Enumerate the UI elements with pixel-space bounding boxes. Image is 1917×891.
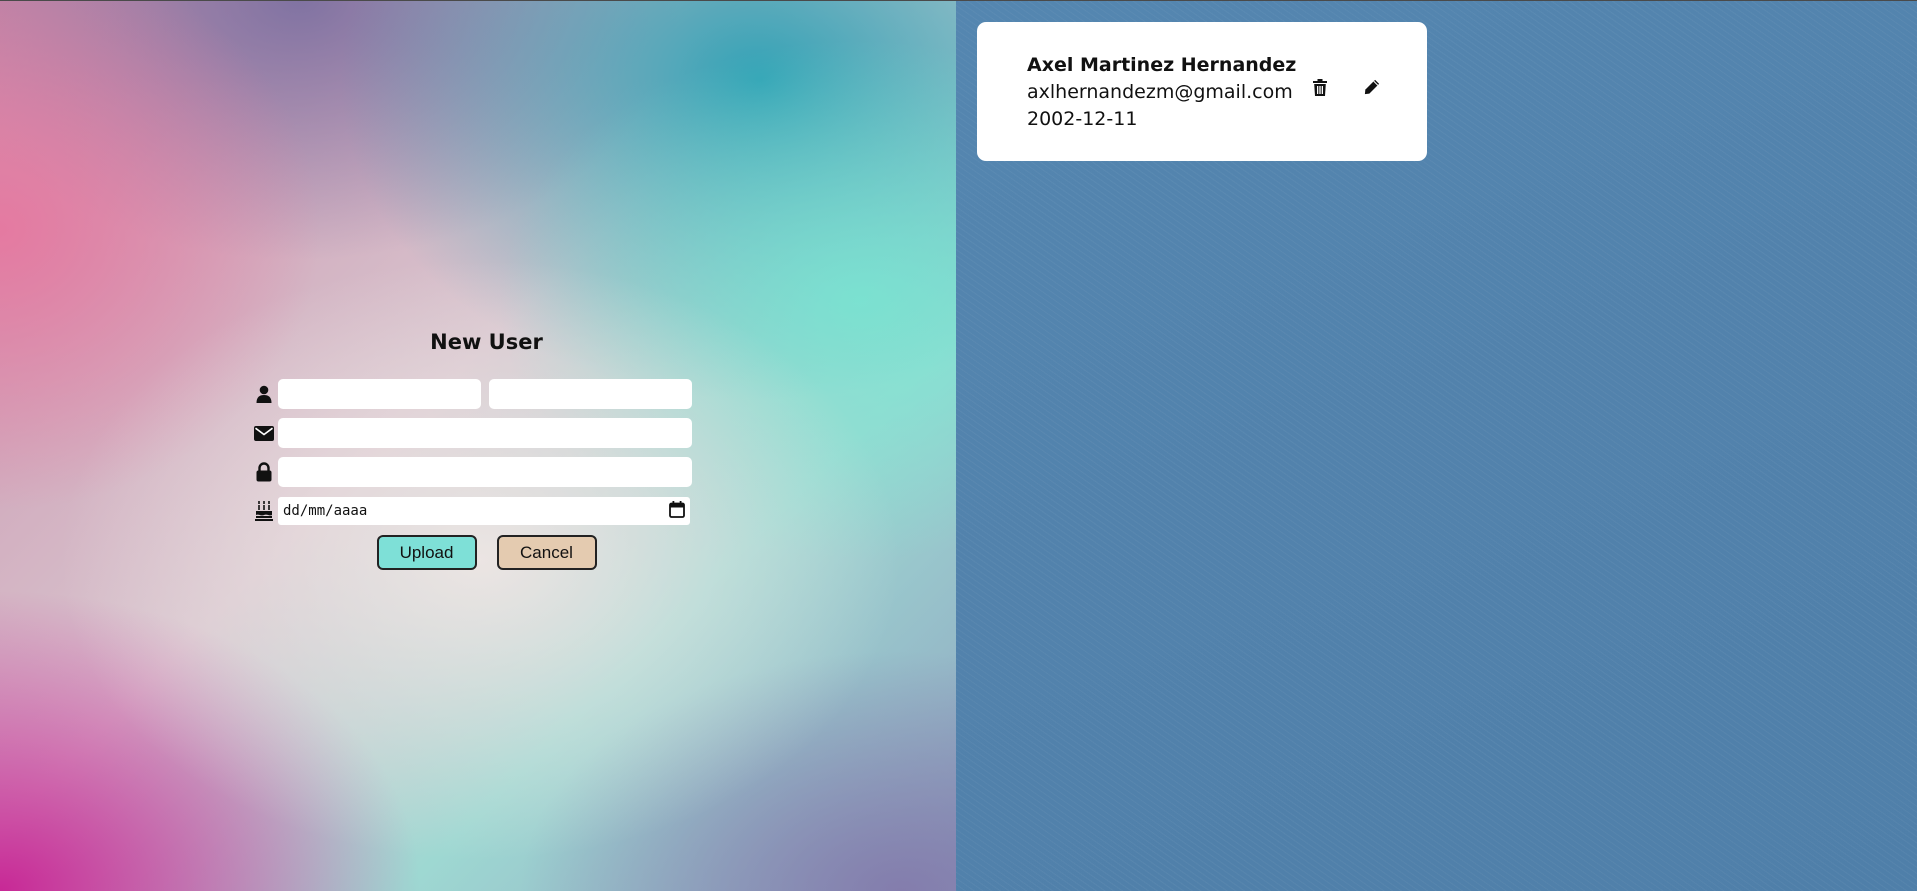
lock-icon — [250, 460, 278, 484]
calendar-icon[interactable] — [669, 500, 685, 522]
user-birthdate: 2002-12-11 — [1027, 108, 1138, 130]
date-placeholder: dd/mm/aaaa — [283, 503, 368, 519]
top-border — [0, 0, 1917, 1]
envelope-icon — [250, 421, 278, 445]
last-name-input[interactable] — [489, 379, 692, 409]
form-actions: Upload Cancel — [250, 535, 695, 570]
birthdate-input[interactable]: dd/mm/aaaa — [278, 497, 690, 525]
name-row — [250, 378, 695, 410]
form-panel: New User dd/mm/aaaa Upload Cancel — [0, 0, 956, 891]
card-actions — [1312, 78, 1380, 96]
email-row — [250, 417, 695, 449]
new-user-form: New User dd/mm/aaaa Upload Cancel — [250, 330, 695, 570]
birthdate-row: dd/mm/aaaa — [250, 495, 695, 527]
birthday-cake-icon — [250, 499, 278, 523]
form-title: New User — [430, 330, 543, 354]
email-input[interactable] — [278, 418, 692, 448]
first-name-input[interactable] — [278, 379, 481, 409]
cancel-button[interactable]: Cancel — [496, 535, 597, 570]
password-input[interactable] — [278, 457, 692, 487]
trash-icon[interactable] — [1312, 78, 1328, 96]
upload-button[interactable]: Upload — [376, 535, 477, 570]
user-card: Axel Martinez Hernandez axlhernandezm@gm… — [977, 22, 1427, 161]
user-name: Axel Martinez Hernandez — [1027, 54, 1297, 76]
user-icon — [250, 382, 278, 406]
pencil-icon[interactable] — [1364, 78, 1380, 96]
password-row — [250, 456, 695, 488]
